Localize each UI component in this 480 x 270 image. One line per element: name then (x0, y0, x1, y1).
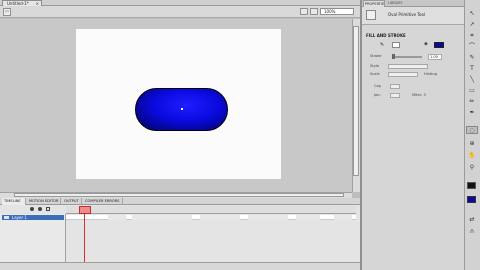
stroke-color-icon[interactable] (467, 182, 476, 189)
eyedropper-tool-icon[interactable]: ⊕ (466, 140, 478, 148)
tab-library[interactable]: LIBRARY (388, 0, 406, 7)
stroke-slider-knob[interactable] (392, 54, 395, 59)
frame-block (108, 215, 126, 220)
tab-properties[interactable]: PROPERTIES (363, 0, 385, 7)
rectangle-tool-icon[interactable]: ▭ (466, 87, 478, 95)
pen-tool-icon[interactable]: ✎ (466, 54, 478, 62)
frame-block (296, 215, 320, 220)
transform-tool-icon[interactable]: ⌗ (466, 32, 478, 40)
stroke-slider[interactable] (392, 56, 422, 58)
edit-symbol-icon[interactable] (310, 8, 318, 15)
text-tool-icon[interactable]: T (466, 65, 478, 73)
brush-tool-icon[interactable]: ✒ (466, 109, 478, 117)
lock-icon[interactable] (38, 207, 42, 211)
shape-center-point (181, 108, 183, 110)
edit-scene-icon[interactable] (300, 8, 308, 15)
timeline-status-bar (0, 262, 360, 270)
zoom-select[interactable]: 100% (320, 8, 354, 15)
tab-output[interactable]: OUTPUT (62, 198, 82, 205)
hinting-checkbox[interactable]: Hinting (424, 72, 446, 77)
frame-ruler[interactable] (66, 206, 356, 214)
frame-block (334, 215, 352, 220)
tab-motion-editor[interactable]: MOTION EDITOR (27, 198, 61, 205)
stroke-color-swatch[interactable] (392, 42, 400, 48)
lasso-tool-icon[interactable]: ⌒ (466, 43, 478, 51)
scale-select[interactable] (388, 72, 418, 77)
paint-bucket-icon: ◈ (424, 41, 428, 47)
tab-compiler-errors[interactable]: COMPILER ERRORS (83, 198, 123, 205)
snap-icon[interactable]: ∩ (466, 228, 478, 236)
line-tool-icon[interactable]: ╲ (466, 76, 478, 84)
cap-label: Cap (374, 84, 381, 88)
swap-colors-icon[interactable]: ⇄ (466, 216, 478, 224)
frame-block (248, 215, 288, 220)
oval-tool-icon[interactable]: ◌ (466, 126, 478, 134)
fill-and-stroke-heading[interactable]: FILL AND STROKE (366, 33, 446, 39)
back-arrow-icon[interactable]: ⇦ (3, 8, 11, 16)
eye-icon[interactable] (30, 207, 34, 211)
frame-block (132, 215, 192, 220)
vertical-scroll-thumb[interactable] (353, 26, 359, 176)
tool-name: Oval Primitive Tool (388, 12, 426, 17)
scale-label: Scale (370, 72, 380, 76)
fill-color-icon[interactable] (467, 196, 476, 203)
miter-field[interactable]: Miter: 3 (412, 93, 436, 98)
hand-tool-icon[interactable]: ✋ (466, 152, 478, 160)
fill-color-swatch[interactable] (434, 42, 444, 48)
pencil-icon: ✎ (380, 42, 385, 48)
pencil-tool-icon[interactable]: ✏ (466, 98, 478, 106)
horizontal-scroll-thumb[interactable] (14, 193, 344, 197)
layer-name[interactable]: Layer 1 (12, 215, 42, 220)
style-label: Style (370, 64, 380, 68)
stroke-value-input[interactable]: 1.00 (428, 54, 442, 60)
layer-icon (4, 216, 9, 219)
stroke-label: Stroke (370, 54, 382, 58)
oval-tool-icon (366, 10, 376, 20)
join-label: Join (374, 93, 381, 97)
subselection-tool-icon[interactable]: ↗ (466, 21, 478, 29)
zoom-tool-icon[interactable]: ⚲ (466, 164, 478, 172)
join-select[interactable] (390, 93, 400, 98)
frame-block (200, 215, 240, 220)
outline-icon[interactable] (46, 207, 50, 211)
tab-timeline[interactable]: TIMELINE (2, 198, 26, 205)
cap-select[interactable] (390, 84, 400, 89)
style-select[interactable] (388, 64, 428, 69)
properties-panel (362, 0, 464, 270)
selection-tool-icon[interactable]: ↖ (466, 10, 478, 18)
playhead[interactable] (79, 206, 91, 214)
